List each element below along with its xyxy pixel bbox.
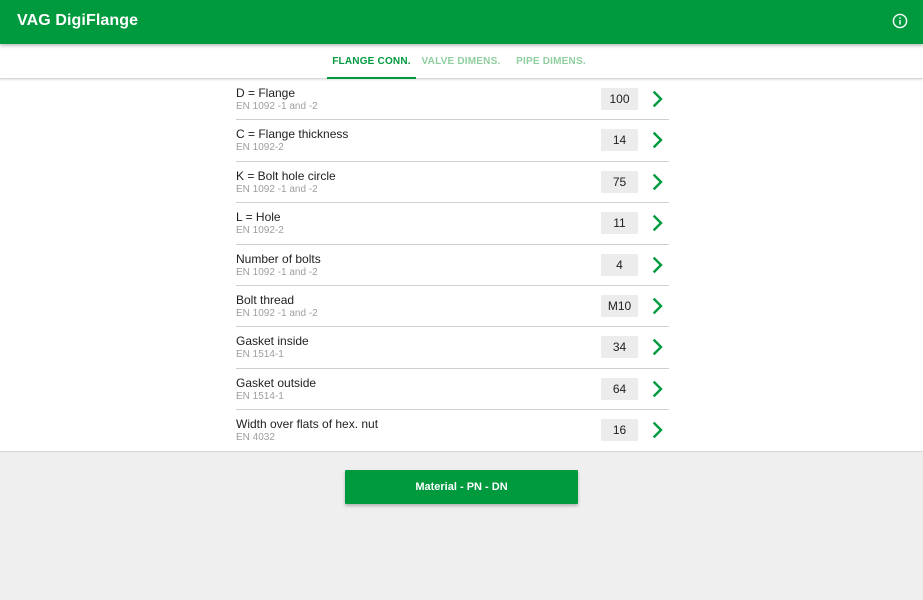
row-bolt-thread[interactable]: Bolt thread EN 1092 -1 and -2 M10 <box>236 286 669 328</box>
row-flange[interactable]: D = Flange EN 1092 -1 and -2 100 <box>236 79 669 121</box>
row-standard: EN 1092 -1 and -2 <box>236 308 318 319</box>
chevron-right-icon[interactable] <box>652 131 664 149</box>
chevron-right-icon[interactable] <box>652 214 664 232</box>
row-gasket-outside[interactable]: Gasket outside EN 1514-1 64 <box>236 369 669 411</box>
row-value: 4 <box>601 253 638 276</box>
chevron-right-icon[interactable] <box>652 297 664 315</box>
row-title: Gasket outside <box>236 375 317 390</box>
chevron-right-icon[interactable] <box>652 338 664 356</box>
row-flange-thickness[interactable]: C = Flange thickness EN 1092-2 14 <box>236 120 669 162</box>
row-standard: EN 1514-1 <box>236 349 284 361</box>
tab-flange-conn[interactable]: FLANGE CONN. <box>327 44 416 79</box>
row-standard: EN 1092 -1 and -2 <box>236 183 318 195</box>
row-title: Bolt thread <box>236 293 295 307</box>
tab-valve-dimens[interactable]: VALVE DIMENS. <box>418 44 504 79</box>
info-icon <box>892 13 908 29</box>
row-number-of-bolts[interactable]: Number of bolts EN 1092 -1 and -2 4 <box>236 245 669 286</box>
row-width-over-flats[interactable]: Width over flats of hex. nut EN 4032 16 <box>236 410 669 451</box>
row-title: Gasket inside <box>236 334 309 349</box>
row-hole[interactable]: L = Hole EN 1092-2 11 <box>236 203 669 245</box>
row-value: 34 <box>601 336 638 359</box>
row-standard: EN 1092-2 <box>236 142 284 154</box>
row-standard: EN 1092-2 <box>236 225 284 237</box>
row-value: M10 <box>601 295 638 317</box>
row-standard: EN 4032 <box>236 432 275 444</box>
row-title: Number of bolts <box>236 251 321 266</box>
tab-pipe-dimens[interactable]: PIPE DIMENS. <box>510 44 592 79</box>
chevron-right-icon[interactable] <box>652 90 664 108</box>
row-title: L = Hole <box>236 210 281 225</box>
tab-bar: FLANGE CONN. VALVE DIMENS. PIPE DIMENS. <box>0 44 923 79</box>
chevron-right-icon[interactable] <box>652 380 664 398</box>
row-title: C = Flange thickness <box>236 127 349 142</box>
app-bar: VAG DigiFlange <box>0 0 923 44</box>
row-gasket-inside[interactable]: Gasket inside EN 1514-1 34 <box>236 327 669 369</box>
chevron-right-icon[interactable] <box>652 256 664 274</box>
chevron-right-icon[interactable] <box>652 173 664 191</box>
row-bolt-hole-circle[interactable]: K = Bolt hole circle EN 1092 -1 and -2 7… <box>236 162 669 204</box>
row-value: 100 <box>601 88 638 110</box>
row-value: 14 <box>601 129 638 152</box>
chevron-right-icon[interactable] <box>652 421 664 439</box>
row-value: 75 <box>601 170 638 193</box>
row-title: K = Bolt hole circle <box>236 168 336 183</box>
row-standard: EN 1092 -1 and -2 <box>236 101 318 112</box>
row-title: D = Flange <box>236 86 296 100</box>
row-standard: EN 1092 -1 and -2 <box>236 266 318 278</box>
row-value: 64 <box>601 377 638 400</box>
material-pn-dn-button[interactable]: Material - PN - DN <box>345 470 578 504</box>
row-standard: EN 1514-1 <box>236 390 284 402</box>
row-value: 16 <box>601 419 638 442</box>
row-value: 11 <box>601 212 638 235</box>
app-title: VAG DigiFlange <box>17 12 139 29</box>
dimension-list: D = Flange EN 1092 -1 and -2 100 C = Fla… <box>0 79 923 452</box>
info-button[interactable] <box>892 13 908 29</box>
row-title: Width over flats of hex. nut <box>236 417 379 432</box>
